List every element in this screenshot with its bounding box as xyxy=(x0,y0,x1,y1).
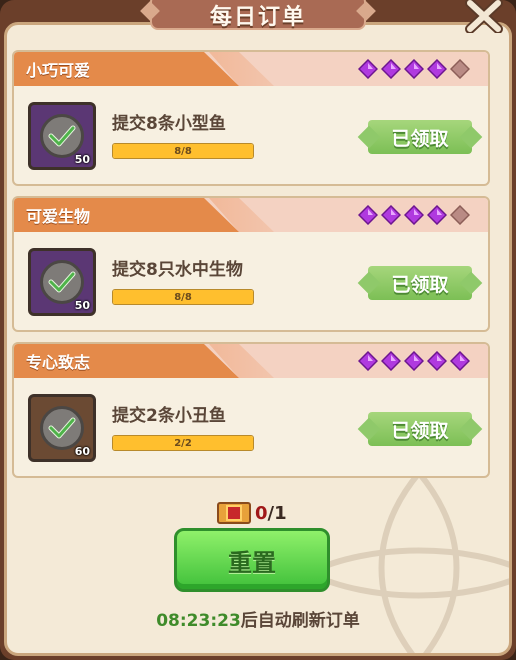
order-card: 可爱生物 50 提交8只水中生物 8/8 已领取 xyxy=(12,196,490,332)
gem-filled-icon xyxy=(358,351,378,371)
order-category-tag: 可爱生物 xyxy=(14,198,239,232)
order-task: 提交8条小型鱼 xyxy=(112,114,226,134)
gem-filled-icon xyxy=(404,59,424,79)
gem-filled-icon xyxy=(404,351,424,371)
refresh-time: 08:23:23 xyxy=(156,611,241,631)
order-category-tag: 专心致志 xyxy=(14,344,239,378)
progress-text: 8/8 xyxy=(174,291,192,303)
gem-filled-icon xyxy=(427,351,447,371)
order-category-tag: 小巧可爱 xyxy=(14,52,239,86)
claimed-badge: 已领取 xyxy=(368,412,472,446)
claimed-badge: 已领取 xyxy=(368,266,472,300)
difficulty-gems xyxy=(358,351,470,371)
order-task: 提交2条小丑鱼 xyxy=(112,406,226,426)
reset-cost: 0/1 xyxy=(217,502,287,524)
reset-button[interactable]: 重置 xyxy=(174,528,330,592)
claimed-badge: 已领取 xyxy=(368,120,472,154)
item-count: 50 xyxy=(74,299,90,312)
gem-filled-icon xyxy=(381,59,401,79)
order-category-label: 专心致志 xyxy=(26,353,91,372)
window-title: 每日订单 xyxy=(209,5,306,30)
daily-orders-window: 每日订单 小巧可爱 50 提交8条小型鱼 8/8 已领取 可爱生物 50 提交8… xyxy=(0,0,516,660)
item-count: 60 xyxy=(74,445,90,458)
gem-filled-icon xyxy=(358,59,378,79)
item-count: 50 xyxy=(74,153,90,166)
gem-filled-icon xyxy=(381,205,401,225)
reset-cost-count: 0/1 xyxy=(255,502,287,524)
reset-ticket-icon xyxy=(217,502,251,524)
order-category-label: 可爱生物 xyxy=(26,207,91,226)
order-category-label: 小巧可爱 xyxy=(26,61,91,80)
difficulty-gems xyxy=(358,59,470,79)
window-title-plate: 每日订单 xyxy=(150,0,366,30)
refresh-countdown: 08:23:23后自动刷新订单 xyxy=(0,606,516,631)
completed-check-icon xyxy=(40,406,84,450)
order-header: 专心致志 xyxy=(14,344,488,378)
claimed-label: 已领取 xyxy=(391,127,449,150)
progress-text: 2/2 xyxy=(174,437,192,449)
gem-empty-icon xyxy=(450,59,470,79)
claimed-label: 已领取 xyxy=(391,273,449,296)
order-progress-bar: 8/8 xyxy=(112,289,254,305)
order-card: 小巧可爱 50 提交8条小型鱼 8/8 已领取 xyxy=(12,50,490,186)
order-progress-bar: 2/2 xyxy=(112,435,254,451)
close-button[interactable] xyxy=(462,0,506,34)
gem-filled-icon xyxy=(404,205,424,225)
gem-empty-icon xyxy=(450,205,470,225)
gem-filled-icon xyxy=(427,205,447,225)
gem-filled-icon xyxy=(427,59,447,79)
order-task: 提交8只水中生物 xyxy=(112,260,243,280)
order-header: 小巧可爱 xyxy=(14,52,488,86)
order-card: 专心致志 60 提交2条小丑鱼 2/2 已领取 xyxy=(12,342,490,478)
order-item-slot[interactable]: 50 xyxy=(28,248,96,316)
order-item-slot[interactable]: 60 xyxy=(28,394,96,462)
progress-text: 8/8 xyxy=(174,145,192,157)
reset-cost-used: 0 xyxy=(255,502,268,524)
order-item-slot[interactable]: 50 xyxy=(28,102,96,170)
reset-cost-total: 1 xyxy=(274,502,287,524)
gem-filled-icon xyxy=(450,351,470,371)
completed-check-icon xyxy=(40,114,84,158)
difficulty-gems xyxy=(358,205,470,225)
gem-filled-icon xyxy=(381,351,401,371)
gem-filled-icon xyxy=(358,205,378,225)
close-x-icon xyxy=(465,0,503,33)
order-header: 可爱生物 xyxy=(14,198,488,232)
completed-check-icon xyxy=(40,260,84,304)
claimed-label: 已领取 xyxy=(391,419,449,442)
refresh-suffix: 后自动刷新订单 xyxy=(240,611,360,631)
reset-button-label: 重置 xyxy=(228,548,276,577)
order-progress-bar: 8/8 xyxy=(112,143,254,159)
